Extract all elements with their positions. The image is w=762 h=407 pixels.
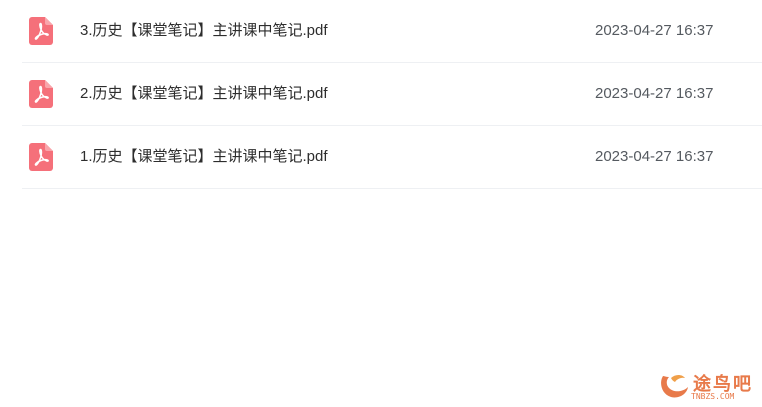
file-name[interactable]: 2.历史【课堂笔记】主讲课中笔记.pdf [80,84,328,104]
file-name[interactable]: 1.历史【课堂笔记】主讲课中笔记.pdf [80,147,328,167]
file-name[interactable]: 3.历史【课堂笔记】主讲课中笔记.pdf [80,21,328,41]
file-list: 3.历史【课堂笔记】主讲课中笔记.pdf 2023-04-27 16:37 2.… [22,0,762,189]
watermark: 途鸟吧 TNBZS.COM [657,368,757,404]
file-row[interactable]: 2.历史【课堂笔记】主讲课中笔记.pdf 2023-04-27 16:37 [22,63,762,126]
pdf-file-icon [29,143,53,171]
file-row[interactable]: 1.历史【课堂笔记】主讲课中笔记.pdf 2023-04-27 16:37 [22,126,762,189]
pdf-file-icon [29,80,53,108]
file-row[interactable]: 3.历史【课堂笔记】主讲课中笔记.pdf 2023-04-27 16:37 [22,0,762,63]
watermark-url: TNBZS.COM [691,392,735,401]
file-date: 2023-04-27 16:37 [595,148,714,165]
file-date: 2023-04-27 16:37 [595,85,714,102]
pdf-file-icon [29,17,53,45]
file-date: 2023-04-27 16:37 [595,22,714,39]
bird-logo-icon [661,375,688,398]
